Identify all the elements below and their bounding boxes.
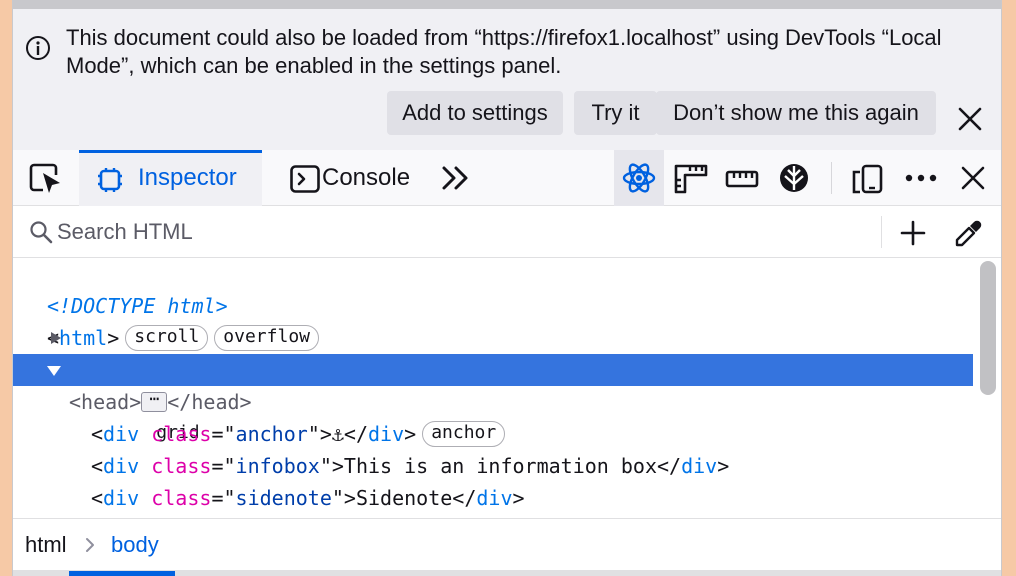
sidenote-div-row[interactable]: <div class="sidenote">Sidenote</div> <box>13 450 973 510</box>
search-bar <box>13 206 1001 258</box>
rulers-icon[interactable] <box>674 164 708 194</box>
notification-message: This document could also be loaded from … <box>66 25 942 78</box>
accessibility-button[interactable] <box>614 150 664 206</box>
anchor-div-row[interactable]: <div class="anchor">⚓</div> anchor <box>13 386 973 447</box>
compatibility-icon[interactable] <box>778 162 810 194</box>
tab-console[interactable]: Console <box>275 150 425 206</box>
add-node-icon[interactable] <box>899 219 927 247</box>
body-row-selected[interactable]: <body> grid <box>13 354 973 447</box>
markup-view: <!DOCTYPE html> <html>scrolloverflow <he… <box>13 258 975 542</box>
tab-inspector[interactable]: Inspector <box>79 150 262 206</box>
scrollbar-thumb[interactable] <box>980 261 996 395</box>
dont-show-again-button[interactable]: Don’t show me this again <box>656 91 936 135</box>
toolbar-separator <box>831 162 832 194</box>
devtools-panel: This document could also be loaded from … <box>12 0 1002 576</box>
info-icon <box>26 36 50 60</box>
local-mode-notification: This document could also be loaded from … <box>13 0 1001 150</box>
search-separator <box>881 216 882 248</box>
collapse-arrow-icon[interactable] <box>47 366 61 376</box>
close-icon[interactable] <box>957 106 983 132</box>
tab-console-label: Console <box>322 164 411 191</box>
search-input[interactable] <box>57 214 877 250</box>
atom-icon <box>622 163 656 193</box>
double-chevron-right-icon[interactable] <box>441 164 471 192</box>
console-icon <box>290 165 320 193</box>
selected-sidebar-tab-indicator <box>69 571 175 576</box>
close-icon[interactable] <box>960 165 986 191</box>
breadcrumb-html[interactable]: html <box>25 532 67 558</box>
inspector-icon <box>98 168 122 192</box>
infobox-div-row[interactable]: <div class="infobox">This is an informat… <box>13 418 973 478</box>
body-close-row[interactable]: </body> <box>13 482 973 542</box>
more-options-icon[interactable] <box>904 170 938 186</box>
element-picker-icon[interactable] <box>29 163 63 195</box>
add-to-settings-button[interactable]: Add to settings <box>387 91 563 135</box>
head-row[interactable]: <head>⋯</head> <box>13 322 973 414</box>
breadcrumb-body[interactable]: body <box>111 532 159 558</box>
chevron-right-icon <box>86 538 94 552</box>
eyedropper-icon[interactable] <box>954 218 984 248</box>
html-row[interactable]: <html>scrolloverflow <box>13 290 973 351</box>
breadcrumb: html body <box>13 518 1001 570</box>
tab-inspector-label: Inspector <box>138 164 237 191</box>
search-icon <box>30 221 53 244</box>
expand-arrow-icon[interactable] <box>51 332 61 344</box>
try-it-button[interactable]: Try it <box>574 91 657 135</box>
responsive-design-icon[interactable] <box>851 163 883 195</box>
doctype-row[interactable]: <!DOCTYPE html> <box>13 258 973 318</box>
devtools-toolbar: Inspector Console <box>13 150 1001 206</box>
measure-icon[interactable] <box>725 164 759 194</box>
